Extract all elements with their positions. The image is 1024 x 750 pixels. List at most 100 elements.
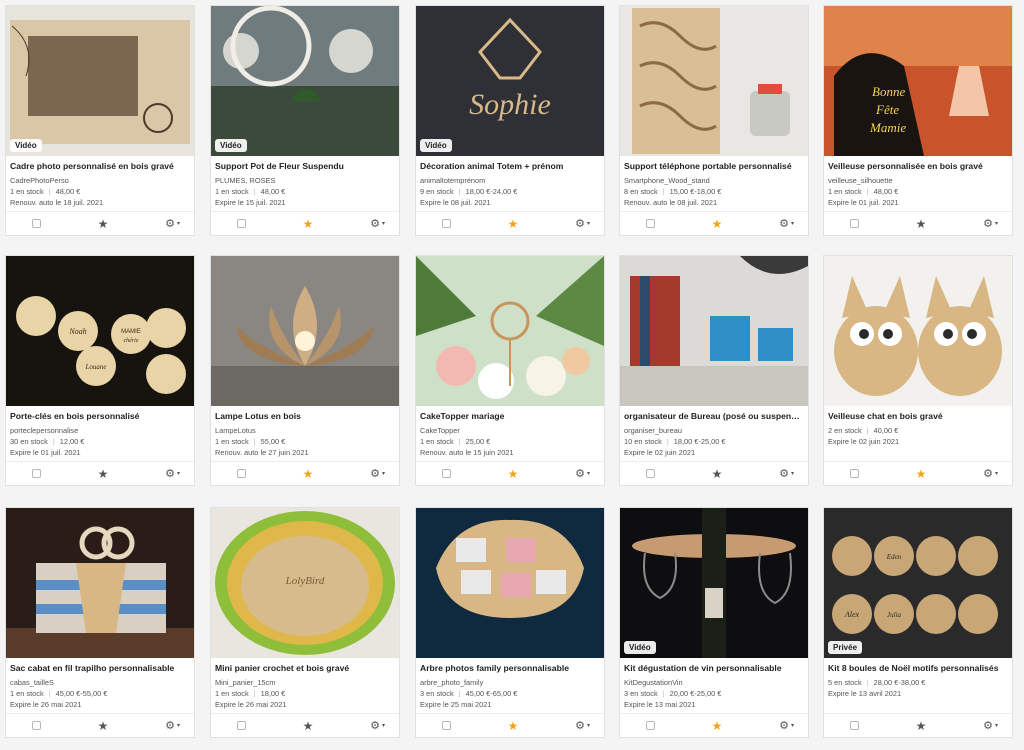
listing-card[interactable]: Sac cabat en fil trapilho personnalisabl… [5, 507, 195, 738]
settings-menu-button[interactable]: ⚙ ▾ [779, 719, 794, 732]
listing-image[interactable] [211, 256, 399, 406]
listing-title[interactable]: Support téléphone portable personnalisé [624, 161, 804, 172]
listing-stock: 3 en stock [624, 689, 658, 698]
listing-card[interactable]: Vidéo Support Pot de Fleur Suspendu PLUM… [210, 5, 400, 236]
select-checkbox[interactable] [850, 219, 859, 228]
star-icon[interactable]: ★ [916, 720, 927, 732]
settings-menu-button[interactable]: ⚙ ▾ [370, 217, 385, 230]
listing-card[interactable]: CakeTopper mariage CakeTopper 1 en stock… [415, 255, 605, 486]
listing-image[interactable] [620, 256, 808, 406]
select-checkbox[interactable] [850, 721, 859, 730]
settings-menu-button[interactable]: ⚙ ▾ [370, 467, 385, 480]
star-icon[interactable]: ★ [98, 218, 109, 230]
listing-card[interactable]: Alex Julia Eden Privée Kit 8 boules de N… [823, 507, 1013, 738]
listing-renewal: Renouv. auto le 08 juil. 2021 [624, 198, 718, 207]
settings-menu-button[interactable]: ⚙ ▾ [983, 467, 998, 480]
settings-menu-button[interactable]: ⚙ ▾ [983, 217, 998, 230]
listing-image[interactable] [824, 256, 1012, 406]
listing-image[interactable]: Sophie Vidéo [416, 6, 604, 156]
settings-menu-button[interactable]: ⚙ ▾ [779, 217, 794, 230]
settings-menu-button[interactable]: ⚙ ▾ [165, 719, 180, 732]
listing-title[interactable]: Veilleuse chat en bois gravé [828, 411, 1008, 422]
select-checkbox[interactable] [646, 469, 655, 478]
listing-stock: 3 en stock [420, 689, 454, 698]
listing-sku: organiser_bureau [624, 426, 682, 435]
select-checkbox[interactable] [32, 469, 41, 478]
listing-title[interactable]: CakeTopper mariage [420, 411, 600, 422]
listing-image[interactable]: Bonne Fête Mamie [824, 6, 1012, 156]
listing-title[interactable]: Arbre photos family personnalisable [420, 663, 600, 674]
listing-card[interactable]: Veilleuse chat en bois gravé 2 en stock |… [823, 255, 1013, 486]
listing-title[interactable]: Mini panier crochet et bois gravé [215, 663, 395, 674]
settings-menu-button[interactable]: ⚙ ▾ [983, 719, 998, 732]
select-checkbox[interactable] [32, 721, 41, 730]
star-icon[interactable]: ★ [303, 218, 314, 230]
listing-card[interactable]: Sophie Vidéo Décoration animal Totem + p… [415, 5, 605, 236]
listing-image[interactable] [416, 508, 604, 658]
select-checkbox[interactable] [442, 219, 451, 228]
listing-title[interactable]: organisateur de Bureau (posé ou suspendu… [624, 411, 804, 422]
listing-stock: 1 en stock [420, 437, 454, 446]
listing-image[interactable]: Alex Julia Eden Privée [824, 508, 1012, 658]
listing-card[interactable]: Support téléphone portable personnalisé … [619, 5, 809, 236]
star-icon[interactable]: ★ [712, 218, 723, 230]
listing-card[interactable]: Vidéo Kit dégustation de vin personnalis… [619, 507, 809, 738]
select-checkbox[interactable] [442, 469, 451, 478]
listing-card[interactable]: organisateur de Bureau (posé ou suspendu… [619, 255, 809, 486]
select-checkbox[interactable] [646, 721, 655, 730]
listing-image[interactable]: LolyBird [211, 508, 399, 658]
listing-title[interactable]: Support Pot de Fleur Suspendu [215, 161, 395, 172]
star-icon[interactable]: ★ [303, 468, 314, 480]
star-icon[interactable]: ★ [916, 468, 927, 480]
star-icon[interactable]: ★ [98, 720, 109, 732]
settings-menu-button[interactable]: ⚙ ▾ [575, 719, 590, 732]
listing-image[interactable]: Vidéo [6, 6, 194, 156]
chevron-down-icon: ▾ [790, 723, 794, 729]
listing-title[interactable]: Décoration animal Totem + prénom [420, 161, 600, 172]
listing-title[interactable]: Kit 8 boules de Noël motifs personnalisé… [828, 663, 1008, 674]
star-icon[interactable]: ★ [508, 218, 519, 230]
listing-title[interactable]: Kit dégustation de vin personnalisable [624, 663, 804, 674]
listing-title[interactable]: Sac cabat en fil trapilho personnalisabl… [10, 663, 190, 674]
listing-actions: ★ ⚙ ▾ [211, 713, 399, 737]
listing-image[interactable]: Vidéo [211, 6, 399, 156]
star-icon[interactable]: ★ [916, 218, 927, 230]
listing-card[interactable]: Arbre photos family personnalisable arbr… [415, 507, 605, 738]
star-icon[interactable]: ★ [712, 720, 723, 732]
listing-image[interactable]: Vidéo [620, 508, 808, 658]
listing-title[interactable]: Veilleuse personnalisée en bois gravé [828, 161, 1008, 172]
settings-menu-button[interactable]: ⚙ ▾ [575, 467, 590, 480]
listing-actions: ★ ⚙ ▾ [416, 211, 604, 235]
listing-card[interactable]: Lampe Lotus en bois LampeLotus 1 en stoc… [210, 255, 400, 486]
star-icon[interactable]: ★ [508, 720, 519, 732]
settings-menu-button[interactable]: ⚙ ▾ [575, 217, 590, 230]
listing-image[interactable] [416, 256, 604, 406]
listing-image[interactable]: Noah Louane MAMIE chérie [6, 256, 194, 406]
select-checkbox[interactable] [646, 219, 655, 228]
listing-image[interactable] [6, 508, 194, 658]
select-checkbox[interactable] [442, 721, 451, 730]
listing-title[interactable]: Porte-clés en bois personnalisé [10, 411, 190, 422]
listing-price: 45,00 €-55,00 € [55, 689, 108, 698]
listing-card[interactable]: Vidéo Cadre photo personnalisé en bois g… [5, 5, 195, 236]
star-icon[interactable]: ★ [303, 720, 314, 732]
star-icon[interactable]: ★ [98, 468, 109, 480]
listing-card[interactable]: LolyBird Mini panier crochet et bois gra… [210, 507, 400, 738]
listing-title[interactable]: Lampe Lotus en bois [215, 411, 395, 422]
select-checkbox[interactable] [32, 219, 41, 228]
settings-menu-button[interactable]: ⚙ ▾ [165, 217, 180, 230]
star-icon[interactable]: ★ [712, 468, 723, 480]
settings-menu-button[interactable]: ⚙ ▾ [779, 467, 794, 480]
listing-title[interactable]: Cadre photo personnalisé en bois gravé [10, 161, 190, 172]
settings-menu-button[interactable]: ⚙ ▾ [370, 719, 385, 732]
settings-menu-button[interactable]: ⚙ ▾ [165, 467, 180, 480]
listing-image[interactable] [620, 6, 808, 156]
star-icon[interactable]: ★ [508, 468, 519, 480]
select-checkbox[interactable] [237, 469, 246, 478]
listing-card[interactable]: Bonne Fête Mamie Veilleuse personnalisée… [823, 5, 1013, 236]
select-checkbox[interactable] [237, 721, 246, 730]
listing-stock: 5 en stock [828, 678, 862, 687]
listing-card[interactable]: Noah Louane MAMIE chérie Porte-clés en b… [5, 255, 195, 486]
select-checkbox[interactable] [237, 219, 246, 228]
select-checkbox[interactable] [850, 469, 859, 478]
